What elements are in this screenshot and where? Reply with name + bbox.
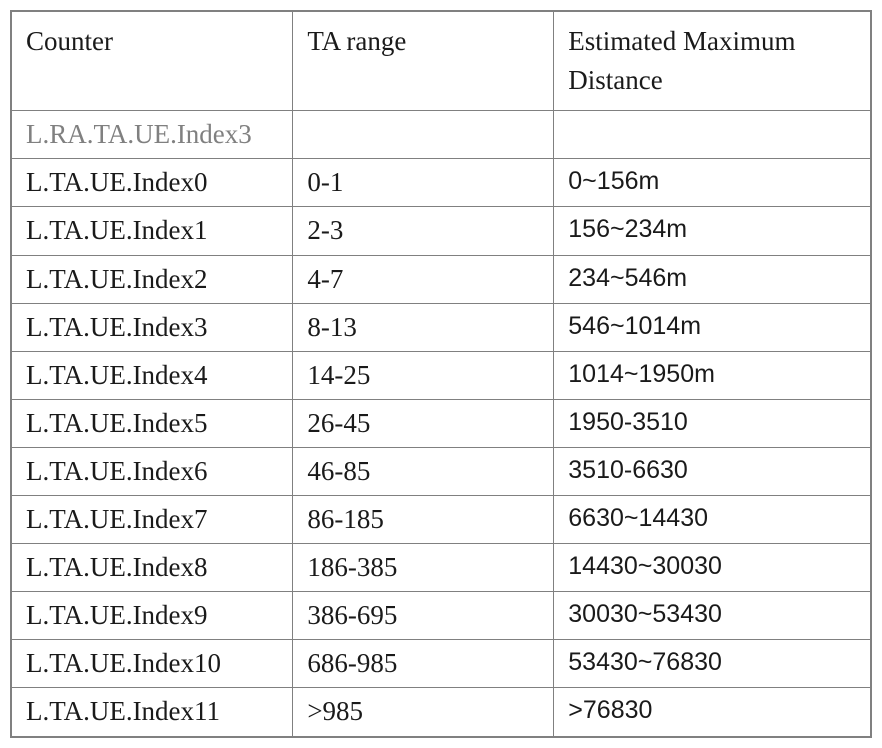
cell-distance: 30030~53430 <box>554 592 871 640</box>
cell-counter: L.TA.UE.Index0 <box>11 159 293 207</box>
cell-counter: L.TA.UE.Index9 <box>11 592 293 640</box>
cell-counter: L.TA.UE.Index2 <box>11 255 293 303</box>
cell-counter: L.TA.UE.Index5 <box>11 399 293 447</box>
table-header-row: Counter TA range Estimated Maximum Dista… <box>11 11 871 111</box>
cell-distance <box>554 111 871 159</box>
ta-range-table: Counter TA range Estimated Maximum Dista… <box>10 10 872 738</box>
cell-ta: 8-13 <box>293 303 554 351</box>
table-row: L.TA.UE.Index9386-69530030~53430 <box>11 592 871 640</box>
table-row: L.TA.UE.Index526-451950-3510 <box>11 399 871 447</box>
cell-counter: L.TA.UE.Index3 <box>11 303 293 351</box>
cell-distance: 1950-3510 <box>554 399 871 447</box>
cell-distance: 1014~1950m <box>554 351 871 399</box>
cell-distance: 53430~76830 <box>554 640 871 688</box>
cell-ta: 686-985 <box>293 640 554 688</box>
table-row: L.TA.UE.Index786-1856630~14430 <box>11 496 871 544</box>
table-row: L.TA.UE.Index00-10~156m <box>11 159 871 207</box>
table-row: L.TA.UE.Index38-13546~1014m <box>11 303 871 351</box>
cell-distance: 156~234m <box>554 207 871 255</box>
table-row: L.TA.UE.Index12-3156~234m <box>11 207 871 255</box>
cell-counter: L.TA.UE.Index7 <box>11 496 293 544</box>
cell-ta: 4-7 <box>293 255 554 303</box>
header-ta-range: TA range <box>293 11 554 111</box>
cell-ta: 26-45 <box>293 399 554 447</box>
cell-ta: >985 <box>293 688 554 737</box>
header-distance: Estimated Maximum Distance <box>554 11 871 111</box>
cell-ta: 46-85 <box>293 447 554 495</box>
cell-ta: 86-185 <box>293 496 554 544</box>
table-row: L.TA.UE.Index646-853510-6630 <box>11 447 871 495</box>
cell-ta: 186-385 <box>293 544 554 592</box>
cell-distance: 234~546m <box>554 255 871 303</box>
cell-distance: 0~156m <box>554 159 871 207</box>
table-row: L.TA.UE.Index10686-98553430~76830 <box>11 640 871 688</box>
cell-ta: 2-3 <box>293 207 554 255</box>
cell-counter: L.TA.UE.Index8 <box>11 544 293 592</box>
cell-ta: 14-25 <box>293 351 554 399</box>
table-row: L.RA.TA.UE.Index3 <box>11 111 871 159</box>
cell-distance: 14430~30030 <box>554 544 871 592</box>
cell-counter: L.TA.UE.Index1 <box>11 207 293 255</box>
cell-distance: 6630~14430 <box>554 496 871 544</box>
header-counter: Counter <box>11 11 293 111</box>
cell-counter: L.TA.UE.Index11 <box>11 688 293 737</box>
cell-distance: 546~1014m <box>554 303 871 351</box>
table-row: L.TA.UE.Index11>985>76830 <box>11 688 871 737</box>
cell-distance: >76830 <box>554 688 871 737</box>
cell-distance: 3510-6630 <box>554 447 871 495</box>
cell-counter: L.TA.UE.Index10 <box>11 640 293 688</box>
table-row: L.TA.UE.Index24-7234~546m <box>11 255 871 303</box>
table-row: L.TA.UE.Index8186-38514430~30030 <box>11 544 871 592</box>
cell-ta: 386-695 <box>293 592 554 640</box>
cell-counter: L.TA.UE.Index6 <box>11 447 293 495</box>
cell-ta <box>293 111 554 159</box>
table-row: L.TA.UE.Index414-251014~1950m <box>11 351 871 399</box>
cell-counter: L.RA.TA.UE.Index3 <box>11 111 293 159</box>
cell-ta: 0-1 <box>293 159 554 207</box>
cell-counter: L.TA.UE.Index4 <box>11 351 293 399</box>
